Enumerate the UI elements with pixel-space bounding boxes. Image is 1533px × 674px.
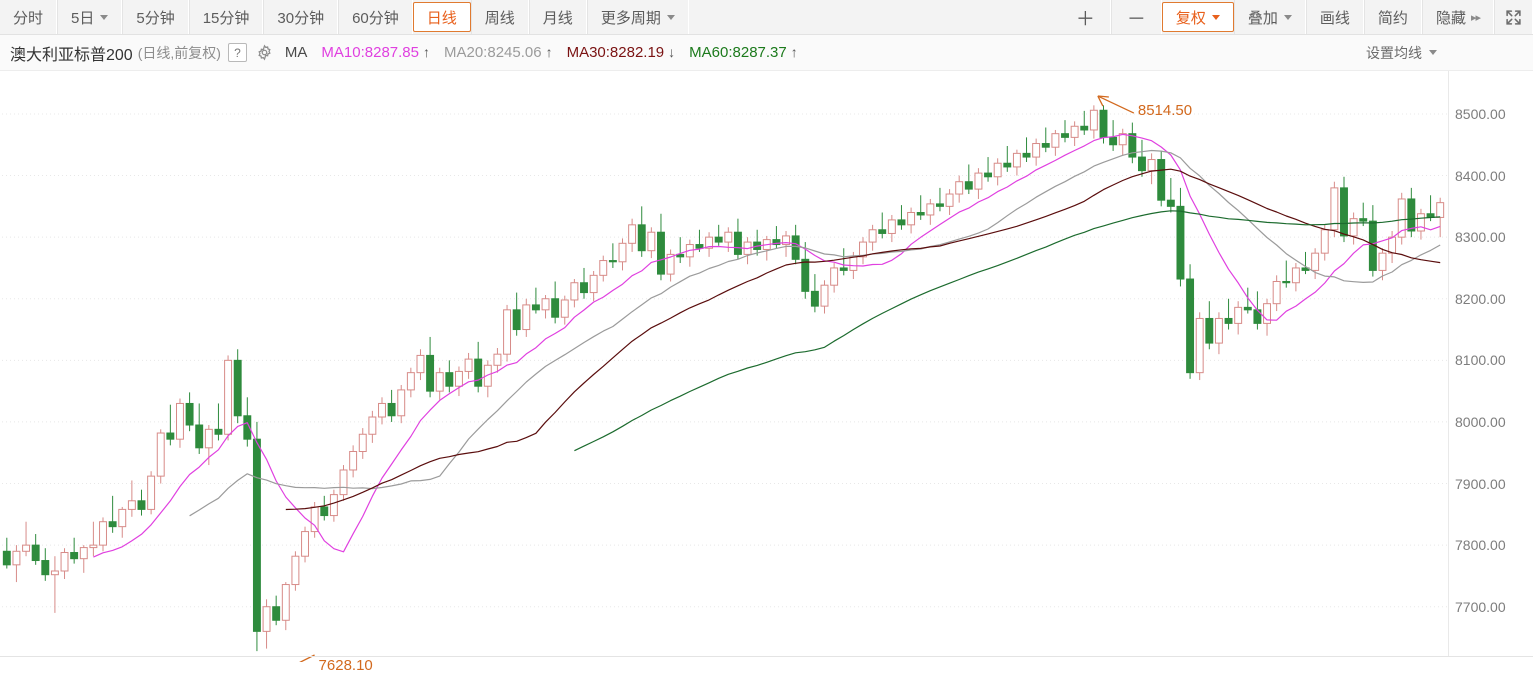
double-chevron-right-icon: ▸▸ [1470, 11, 1481, 24]
fullscreen-icon[interactable] [1494, 0, 1533, 34]
arrow-up-icon: ↑ [790, 44, 798, 60]
chevron-down-icon [666, 14, 675, 20]
period-weekly[interactable]: 周线 [470, 0, 529, 34]
candle-series [2, 105, 1445, 652]
draw-line-button-label: 画线 [1319, 9, 1350, 27]
indicator-label: MA [284, 44, 308, 61]
period-toolbar: 分时 5日 5分钟 15分钟 30分钟 60分钟 日线 周线 月线 更多周期 ＋ － 复权 叠加 画线 简约… [0, 0, 1533, 35]
instrument-name: 澳大利亚标普200 [10, 46, 133, 64]
grid-lines [2, 113, 1448, 608]
period-15min[interactable]: 15分钟 [188, 0, 264, 34]
ma60-readout-value: MA60:8287.37 [689, 44, 787, 61]
period-toolbar-right: ＋ － 复权 叠加 画线 简约 隐藏 ▸▸ [1061, 0, 1533, 34]
ma30-readout-value: MA30:8282.19 [566, 44, 665, 61]
period-30min[interactable]: 30分钟 [263, 0, 339, 34]
period-15min-label: 15分钟 [202, 9, 250, 27]
zoom-out-button[interactable]: － [1110, 0, 1162, 34]
instrument-subtitle: (日线,前复权) [137, 44, 221, 61]
chevron-down-icon [1211, 14, 1220, 20]
ma-settings-label: 设置均线 [1366, 44, 1422, 61]
low-annotation: 7628.10 [318, 657, 373, 674]
period-weekly-label: 周线 [484, 9, 515, 27]
zoom-in-button-label: ＋ [1075, 8, 1095, 30]
hide-panel-button[interactable]: 隐藏 ▸▸ [1421, 0, 1494, 34]
ma10-readout-value: MA10:8287.85 [321, 44, 419, 61]
adjust-price-button[interactable]: 复权 [1161, 2, 1234, 32]
adjust-price-button-label: 复权 [1175, 9, 1206, 27]
period-5day[interactable]: 5日 [57, 0, 123, 34]
period-5day-label: 5日 [71, 9, 95, 27]
arrow-up-icon: ↑ [423, 44, 430, 60]
period-toolbar-left: 分时 5日 5分钟 15分钟 30分钟 60分钟 日线 周线 月线 更多周期 [0, 0, 689, 34]
ma20-readout: MA20:8245.06 ↑ [444, 44, 553, 61]
moving-average-lines [93, 133, 1441, 558]
period-monthly-label: 月线 [542, 9, 573, 27]
draw-line-button[interactable]: 画线 [1305, 0, 1364, 34]
period-monthly[interactable]: 月线 [528, 0, 587, 34]
period-daily[interactable]: 日线 [412, 2, 471, 32]
hide-panel-button-label: 隐藏 [1435, 9, 1466, 27]
chart-info-bar: 澳大利亚标普200 (日线,前复权) ? MA MA10:8287.85 ↑ MA2… [0, 35, 1533, 71]
ma-readout-group: MA10:8287.85 ↑ MA20:8245.06 ↑ MA30:8282.19 ↓ M… [307, 44, 797, 61]
overlay-button[interactable]: 叠加 [1233, 0, 1306, 34]
help-icon[interactable]: ? [227, 43, 247, 62]
period-30min-label: 30分钟 [277, 9, 325, 27]
high-annotation: 8514.50 [1137, 102, 1193, 120]
ma20-readout-value: MA20:8245.06 [444, 44, 542, 61]
arrow-down-icon: ↓ [668, 44, 676, 60]
period-daily-label: 日线 [426, 9, 457, 27]
price-chart[interactable]: 8500.00 8400.00 8300.00 8200.00 8100.00 8000.… [0, 71, 1533, 674]
period-5min-label: 5分钟 [136, 9, 175, 27]
ma10-readout: MA10:8287.85 ↑ [321, 44, 430, 61]
y-axis-separator [1448, 71, 1449, 657]
ma30-readout: MA30:8282.19 ↓ [567, 44, 676, 61]
simple-mode-button-label: 简约 [1377, 9, 1408, 27]
period-60min-label: 60分钟 [352, 9, 399, 27]
period-intraday-label: 分时 [13, 9, 44, 27]
period-5min[interactable]: 5分钟 [122, 0, 189, 34]
chevron-down-icon [100, 14, 109, 20]
gear-icon[interactable] [256, 44, 273, 61]
chevron-down-icon [1283, 14, 1292, 20]
simple-mode-button[interactable]: 简约 [1363, 0, 1422, 34]
chart-bottom-rule [0, 656, 1533, 657]
overlay-button-label: 叠加 [1247, 9, 1278, 27]
arrow-up-icon: ↑ [545, 44, 553, 60]
zoom-out-button-label: － [1126, 8, 1146, 30]
period-60min[interactable]: 60分钟 [338, 0, 413, 34]
period-more-label: 更多周期 [600, 9, 661, 27]
annotation-arrows [299, 95, 1135, 662]
period-intraday[interactable]: 分时 [0, 0, 58, 34]
candlestick-canvas[interactable] [0, 71, 1533, 662]
period-more[interactable]: 更多周期 [586, 0, 689, 34]
chevron-down-icon [1429, 50, 1437, 55]
ma60-readout: MA60:8287.37 ↑ [689, 44, 798, 61]
zoom-in-button[interactable]: ＋ [1061, 0, 1111, 34]
ma-settings-button[interactable]: 设置均线 [1366, 43, 1437, 63]
